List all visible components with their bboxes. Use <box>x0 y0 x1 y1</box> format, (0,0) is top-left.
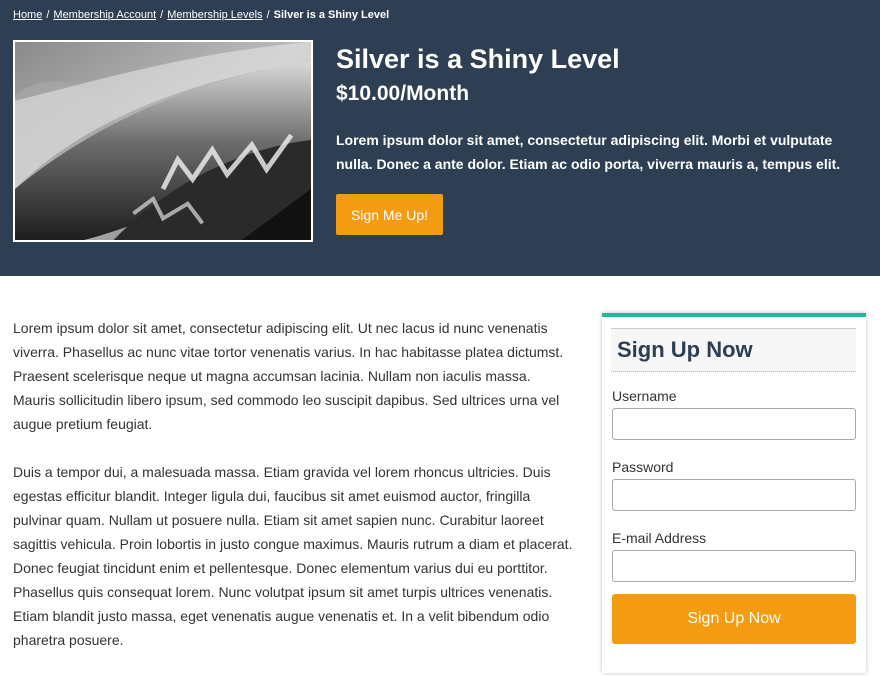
sign-up-now-button[interactable]: Sign Up Now <box>612 594 856 644</box>
breadcrumb-separator: / <box>160 9 164 21</box>
breadcrumb-link-home[interactable]: Home <box>13 9 42 21</box>
content-paragraph: Lorem ipsum dolor sit amet, consectetur … <box>13 320 564 432</box>
email-label: E-mail Address <box>612 530 707 546</box>
password-input[interactable] <box>612 479 856 511</box>
level-title: Silver is a Shiny Level <box>336 44 620 74</box>
signup-widget: Sign Up Now Username Password E-mail Add… <box>602 313 866 673</box>
level-image <box>13 40 313 242</box>
breadcrumb-separator: / <box>266 9 270 21</box>
username-label: Username <box>612 388 677 404</box>
password-label: Password <box>612 459 674 475</box>
hero-banner: Home / Membership Account / Membership Level… <box>0 0 880 276</box>
breadcrumb-separator: / <box>46 9 50 21</box>
signup-heading-bar: Sign Up Now <box>611 328 856 372</box>
breadcrumb: Home / Membership Account / Membership Level… <box>13 9 389 21</box>
level-photo-graphic <box>15 42 311 240</box>
username-input[interactable] <box>612 408 856 440</box>
breadcrumb-current: Silver is a Shiny Level <box>273 9 390 21</box>
breadcrumb-link-membership-account[interactable]: Membership Account <box>53 9 156 21</box>
email-input[interactable] <box>612 550 856 582</box>
signup-heading: Sign Up Now <box>617 337 753 362</box>
level-description: Lorem ipsum dolor sit amet, consectetur … <box>336 132 841 172</box>
content-paragraph: Duis a tempor dui, a malesuada massa. Et… <box>13 464 573 648</box>
sign-me-up-button[interactable]: Sign Me Up! <box>336 194 443 235</box>
breadcrumb-link-membership-levels[interactable]: Membership Levels <box>167 9 262 21</box>
level-content: Lorem ipsum dolor sit amet, consectetur … <box>13 316 573 676</box>
level-price: $10.00/Month <box>336 82 470 105</box>
